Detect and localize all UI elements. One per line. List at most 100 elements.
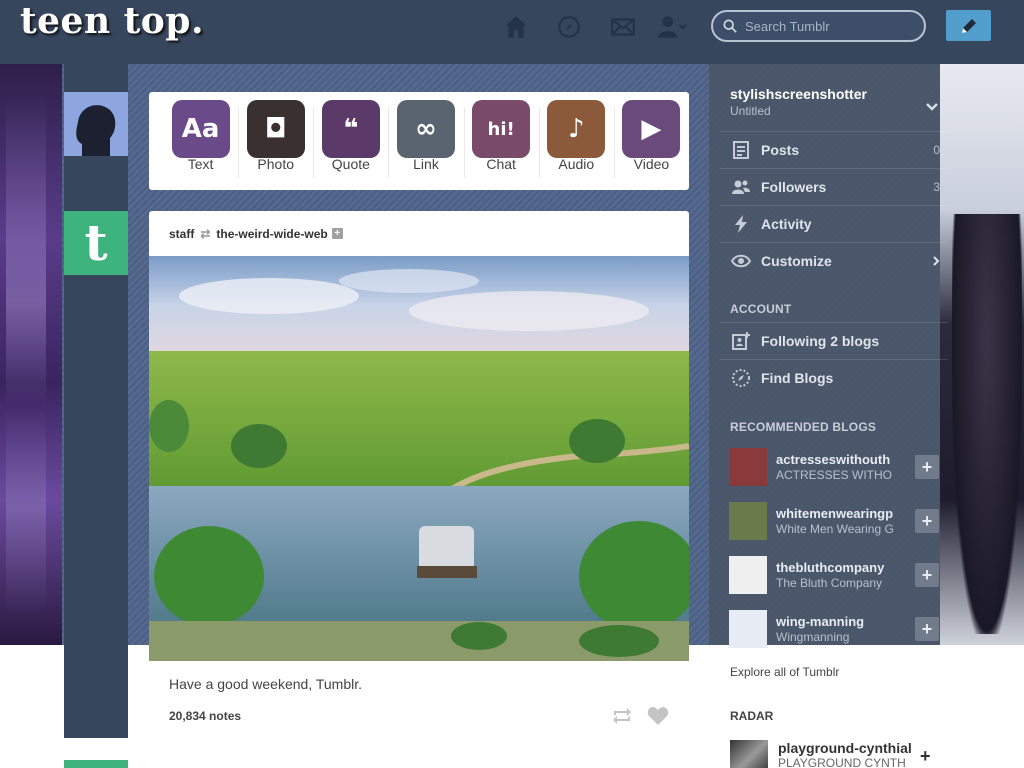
top-header: teen top. bbox=[0, 0, 1024, 64]
account-heading: ACCOUNT bbox=[730, 302, 792, 316]
radar-blog[interactable]: playground-cynthial PLAYGROUND CYNTH bbox=[730, 740, 940, 768]
compose-button[interactable] bbox=[946, 10, 991, 41]
video-post-icon: ▶ bbox=[622, 100, 681, 158]
search-box[interactable] bbox=[711, 10, 926, 42]
recommended-blog[interactable]: actresseswithouth ACTRESSES WITHO bbox=[720, 440, 920, 494]
recommended-blog-title: ACTRESSES WITHO bbox=[776, 468, 893, 482]
sidebar-item-label: Customize bbox=[761, 252, 832, 269]
post-type-link[interactable]: ∞ Link bbox=[388, 100, 463, 190]
post-type-chat[interactable]: hi! Chat bbox=[463, 100, 539, 190]
recommended-blog-avatar bbox=[729, 448, 767, 486]
post-notes[interactable]: 20,834 notes bbox=[169, 709, 241, 723]
sidebar-item-label: Posts bbox=[761, 141, 800, 158]
sidebar-item-activity[interactable]: Activity bbox=[720, 205, 948, 241]
sidebar-item-label: Following 2 blogs bbox=[761, 332, 880, 349]
quote-post-icon: ❝ bbox=[321, 100, 380, 158]
next-avatar[interactable] bbox=[64, 760, 128, 768]
sidebar-item-customize[interactable]: Customize bbox=[720, 242, 948, 278]
background-image-left bbox=[0, 64, 62, 645]
follow-plus-icon[interactable]: + bbox=[915, 563, 939, 587]
compass-icon[interactable] bbox=[556, 14, 582, 40]
sidebar-item-following[interactable]: Following 2 blogs bbox=[720, 322, 948, 358]
blog-logo[interactable]: teen top. bbox=[20, 0, 204, 42]
dashboard-post: staff ⇄ the-weird-wide-web + bbox=[149, 211, 689, 661]
post-author[interactable]: staff bbox=[169, 227, 194, 241]
recommended-blog-name: thebluthcompany bbox=[776, 560, 885, 575]
post-type-bar: Aa Text ◘ Photo ❝ Quote ∞ Link hi! Chat ♪ Audio ▶ Vid… bbox=[149, 92, 689, 190]
following-icon bbox=[732, 331, 750, 350]
post-type-video[interactable]: ▶ Video bbox=[613, 100, 689, 190]
reblog-icon[interactable] bbox=[611, 706, 633, 726]
post-type-text[interactable]: Aa Text bbox=[163, 100, 238, 190]
blog-name: stylishscreenshotter bbox=[730, 86, 867, 102]
recommended-blog-name: whitemenwearingp bbox=[776, 506, 894, 521]
posts-icon bbox=[733, 140, 749, 159]
find-blogs-icon bbox=[732, 368, 750, 387]
staff-avatar[interactable]: t bbox=[64, 211, 128, 275]
search-input[interactable] bbox=[745, 18, 905, 34]
post-type-quote[interactable]: ❝ Quote bbox=[313, 100, 388, 190]
followers-icon bbox=[732, 180, 750, 194]
recommended-blog-avatar bbox=[729, 502, 767, 540]
post-type-label: Video bbox=[633, 156, 670, 172]
photo-post-icon: ◘ bbox=[246, 100, 305, 158]
recommended-blog-avatar bbox=[729, 556, 767, 594]
post-type-label: Photo bbox=[257, 156, 294, 172]
post-type-label: Link bbox=[413, 156, 439, 172]
posts-count: 0 bbox=[933, 142, 940, 157]
eye-icon bbox=[731, 254, 751, 267]
recommended-blog[interactable]: whitemenwearingp White Men Wearing G bbox=[720, 494, 920, 548]
blog-subtitle: Untitled bbox=[730, 104, 771, 118]
radar-avatar bbox=[730, 740, 768, 768]
reblog-arrow-icon: ⇄ bbox=[200, 226, 211, 241]
follow-plus-icon[interactable]: + bbox=[915, 617, 939, 641]
activity-icon bbox=[735, 214, 747, 233]
post-header: staff ⇄ the-weird-wide-web + bbox=[149, 211, 689, 256]
followers-count: 3 bbox=[933, 179, 940, 194]
account-icon[interactable] bbox=[657, 14, 687, 40]
post-type-label: Quote bbox=[331, 156, 370, 172]
current-blog[interactable]: stylishscreenshotter Untitled bbox=[730, 86, 940, 118]
recommended-blog-title: The Bluth Company bbox=[776, 576, 883, 590]
heart-icon[interactable] bbox=[647, 706, 669, 726]
radar-follow-icon[interactable]: + bbox=[920, 746, 931, 767]
sidebar-item-label: Followers bbox=[761, 178, 827, 195]
explore-link[interactable]: Explore all of Tumblr bbox=[730, 665, 839, 679]
audio-post-icon: ♪ bbox=[547, 100, 606, 158]
pencil-icon bbox=[961, 18, 976, 33]
search-icon bbox=[723, 19, 737, 33]
reblog-source[interactable]: the-weird-wide-web bbox=[216, 227, 327, 241]
post-type-photo[interactable]: ◘ Photo bbox=[238, 100, 313, 190]
chat-post-icon: hi! bbox=[472, 100, 531, 158]
recommended-blog-name: wing-manning bbox=[776, 614, 865, 629]
mail-icon[interactable] bbox=[610, 14, 636, 40]
follow-plus-icon[interactable]: + bbox=[915, 455, 939, 479]
sidebar-item-label: Activity bbox=[761, 215, 812, 232]
recommended-blog[interactable]: wing-manning Wingmanning bbox=[720, 602, 920, 656]
post-caption: Have a good weekend, Tumblr. bbox=[169, 676, 363, 692]
follow-plus-icon[interactable]: + bbox=[915, 509, 939, 533]
post-image[interactable] bbox=[149, 256, 689, 661]
recommended-blog-title: White Men Wearing G bbox=[776, 522, 894, 536]
recommended-heading: RECOMMENDED BLOGS bbox=[730, 420, 877, 434]
text-post-icon: Aa bbox=[171, 100, 230, 158]
follow-plus-icon[interactable]: + bbox=[331, 228, 343, 239]
home-icon[interactable] bbox=[503, 14, 529, 40]
post-type-label: Audio bbox=[558, 156, 595, 172]
chevron-down-icon[interactable] bbox=[925, 100, 939, 114]
post-type-audio[interactable]: ♪ Audio bbox=[538, 100, 614, 190]
post-type-label: Text bbox=[187, 156, 214, 172]
chevron-right-icon bbox=[933, 255, 940, 266]
background-image-right bbox=[940, 64, 1024, 645]
user-avatar[interactable] bbox=[64, 92, 128, 156]
sidebar-item-posts[interactable]: Posts 0 bbox=[720, 131, 948, 167]
left-avatar-column bbox=[64, 64, 128, 738]
radar-blog-title: PLAYGROUND CYNTH bbox=[778, 756, 906, 768]
sidebar-item-followers[interactable]: Followers 3 bbox=[720, 168, 948, 204]
sidebar-item-find-blogs[interactable]: Find Blogs bbox=[720, 359, 948, 395]
radar-heading: RADAR bbox=[730, 709, 774, 723]
sidebar-item-label: Find Blogs bbox=[761, 369, 834, 386]
recommended-blog[interactable]: thebluthcompany The Bluth Company bbox=[720, 548, 920, 602]
post-type-label: Chat bbox=[486, 156, 516, 172]
recommended-blog-avatar bbox=[729, 610, 767, 648]
